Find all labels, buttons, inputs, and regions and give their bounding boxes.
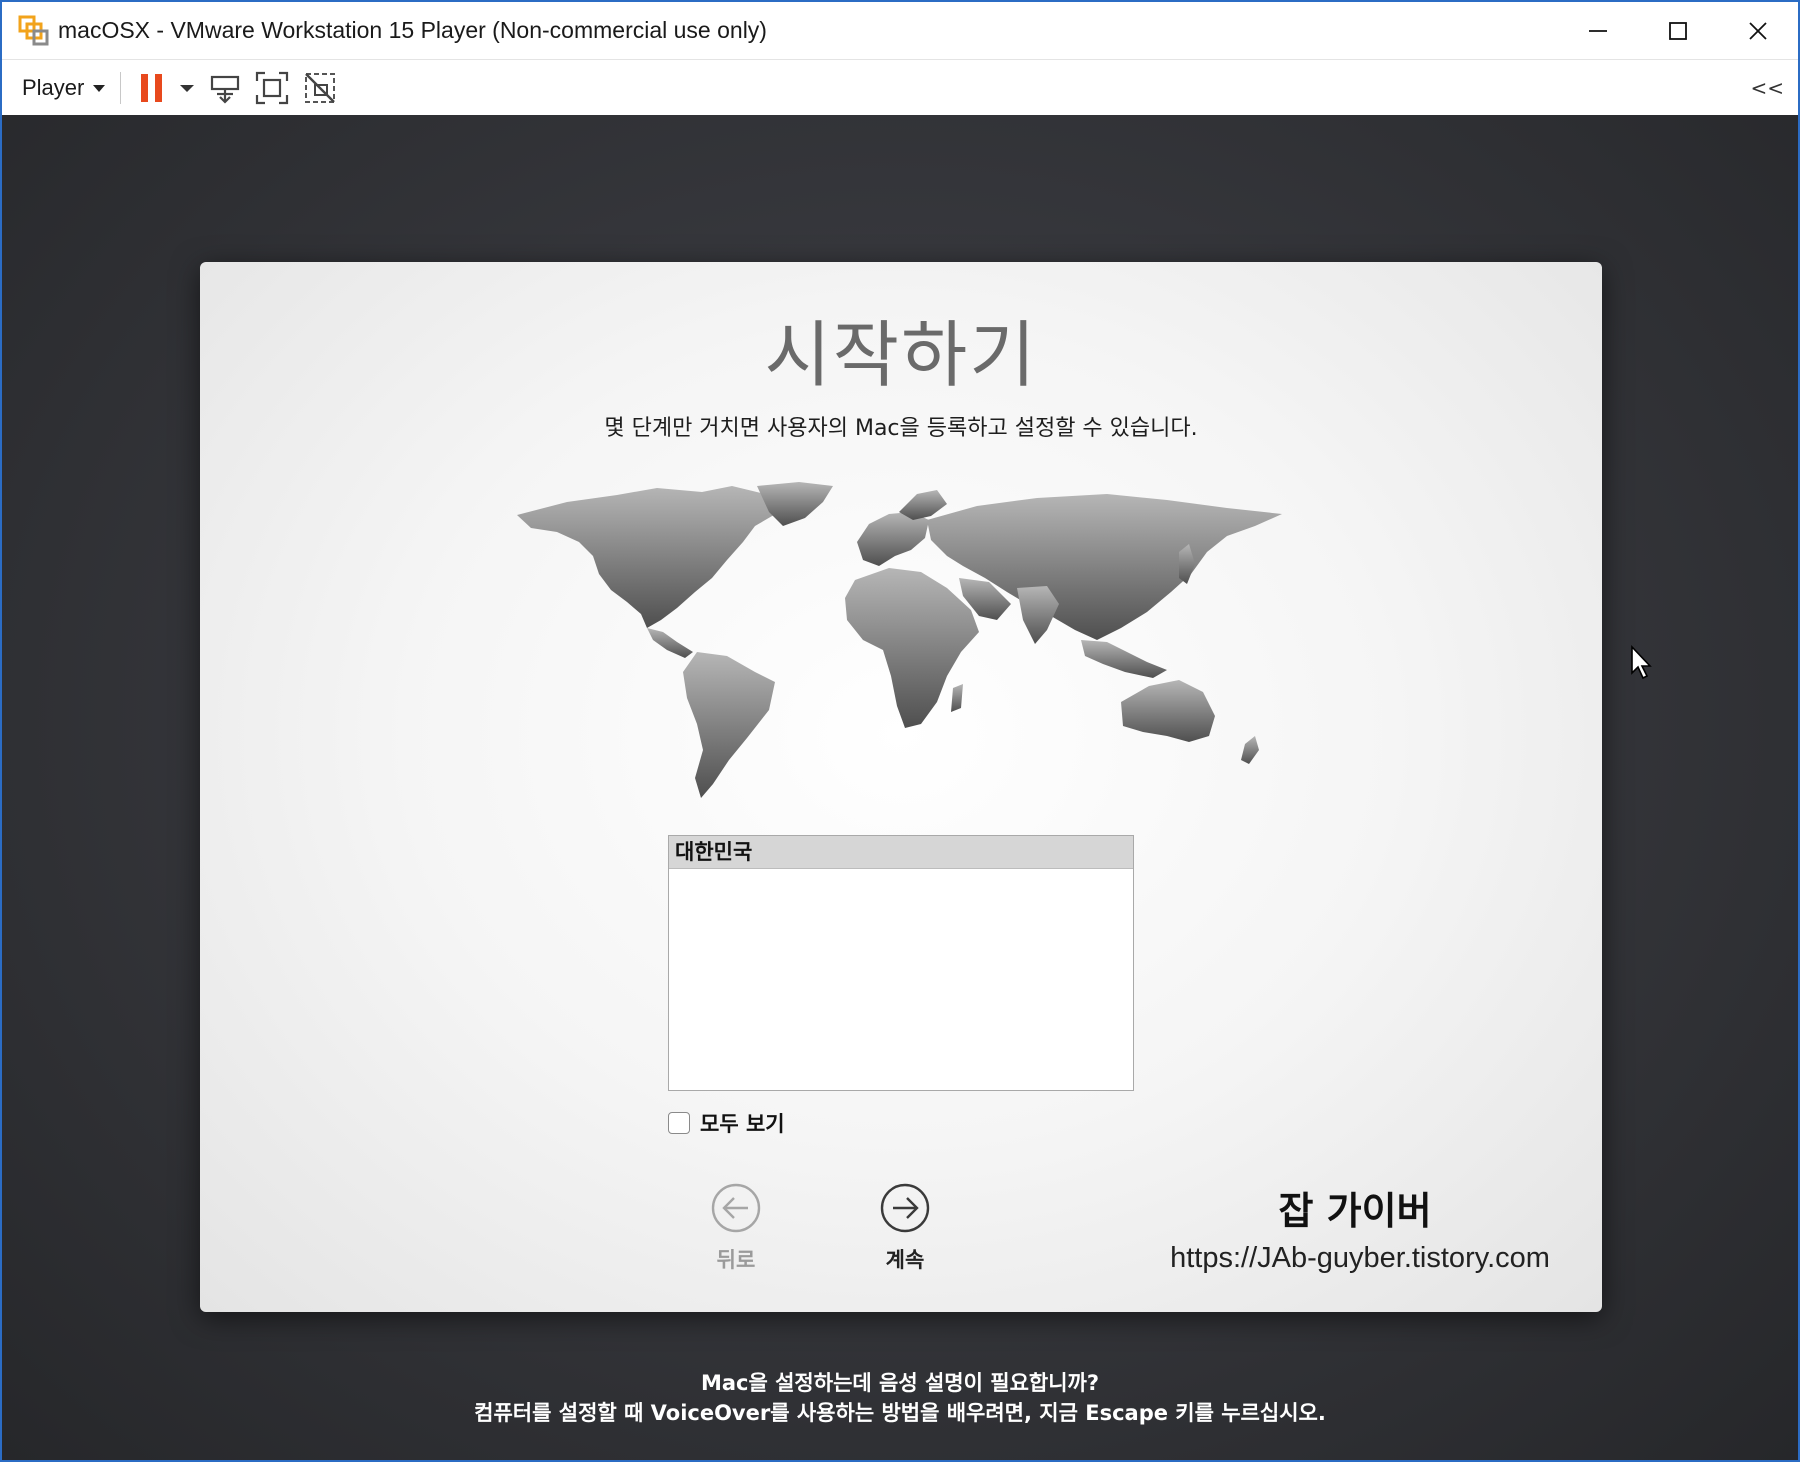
player-toolbar: Player << (2, 59, 1798, 116)
show-all-checkbox[interactable] (668, 1112, 690, 1134)
mouse-cursor-icon (1631, 645, 1652, 680)
maximize-button[interactable] (1638, 2, 1718, 59)
watermark-title: 잡 가이버 (1278, 1189, 1432, 1233)
voiceover-hint-line1: Mac을 설정하는데 음성 설명이 필요합니까? (700, 1371, 1100, 1395)
back-button[interactable]: 뒤로 (686, 1182, 786, 1274)
show-all-label: 모두 보기 (700, 1112, 785, 1136)
world-map-image (517, 482, 1282, 798)
chevron-down-icon (180, 84, 195, 92)
minimize-icon (1589, 29, 1607, 32)
vm-display[interactable]: 시작하기 몇 단계만 거치면 사용자의 Mac을 등록하고 설정할 수 있습니다… (2, 115, 1798, 1460)
send-ctrl-alt-del-button[interactable] (209, 68, 241, 108)
watermark-url: https://JAb-guyber.tistory.com (1170, 1242, 1550, 1274)
voiceover-hint-line2: 컴퓨터를 설정할 때 VoiceOver를 사용하는 방법을 배우려면, 지금 … (474, 1401, 1326, 1425)
page-title: 시작하기 (764, 313, 1038, 397)
power-options-dropdown[interactable] (179, 68, 195, 108)
vmware-logo-icon (18, 15, 49, 45)
close-icon (1749, 21, 1767, 40)
country-list[interactable]: 대한민국 (668, 835, 1134, 1091)
maximize-icon (1669, 21, 1687, 40)
pause-button[interactable] (139, 68, 165, 108)
continue-label: 계속 (885, 1248, 925, 1272)
arrow-right-circle-icon (880, 1183, 930, 1233)
close-button[interactable] (1718, 2, 1798, 59)
fullscreen-icon (256, 71, 289, 104)
window-controls (1558, 2, 1798, 59)
player-menu-button[interactable]: Player (22, 75, 106, 101)
chevron-down-icon (93, 84, 106, 92)
continue-button[interactable]: 계속 (855, 1182, 955, 1274)
send-ctrl-alt-del-icon (211, 75, 240, 104)
unity-button[interactable] (303, 68, 337, 108)
back-label: 뒤로 (716, 1248, 756, 1272)
voiceover-hint: Mac을 설정하는데 음성 설명이 필요합니까? 컴퓨터를 설정할 때 Voic… (2, 1368, 1798, 1428)
collapse-toolbar-label: << (1750, 76, 1784, 100)
setup-assistant-panel: 시작하기 몇 단계만 거치면 사용자의 Mac을 등록하고 설정할 수 있습니다… (200, 262, 1602, 1312)
arrow-left-circle-icon (711, 1183, 761, 1233)
title-bar: macOSX - VMware Workstation 15 Player (N… (2, 2, 1798, 59)
window-title: macOSX - VMware Workstation 15 Player (N… (58, 17, 767, 43)
toolbar-divider (120, 71, 122, 104)
pause-icon (141, 73, 163, 102)
show-all-checkbox-row[interactable]: 모두 보기 (668, 1108, 785, 1138)
minimize-button[interactable] (1558, 2, 1638, 59)
player-menu-label: Player (22, 74, 85, 100)
collapse-toolbar-button[interactable]: << (1750, 70, 1784, 106)
unity-icon (305, 72, 336, 103)
vmware-player-window: macOSX - VMware Workstation 15 Player (N… (0, 0, 1800, 1462)
fullscreen-button[interactable] (255, 68, 289, 108)
list-item[interactable]: 대한민국 (669, 836, 1133, 869)
page-subtitle: 몇 단계만 거치면 사용자의 Mac을 등록하고 설정할 수 있습니다. (604, 416, 1198, 441)
